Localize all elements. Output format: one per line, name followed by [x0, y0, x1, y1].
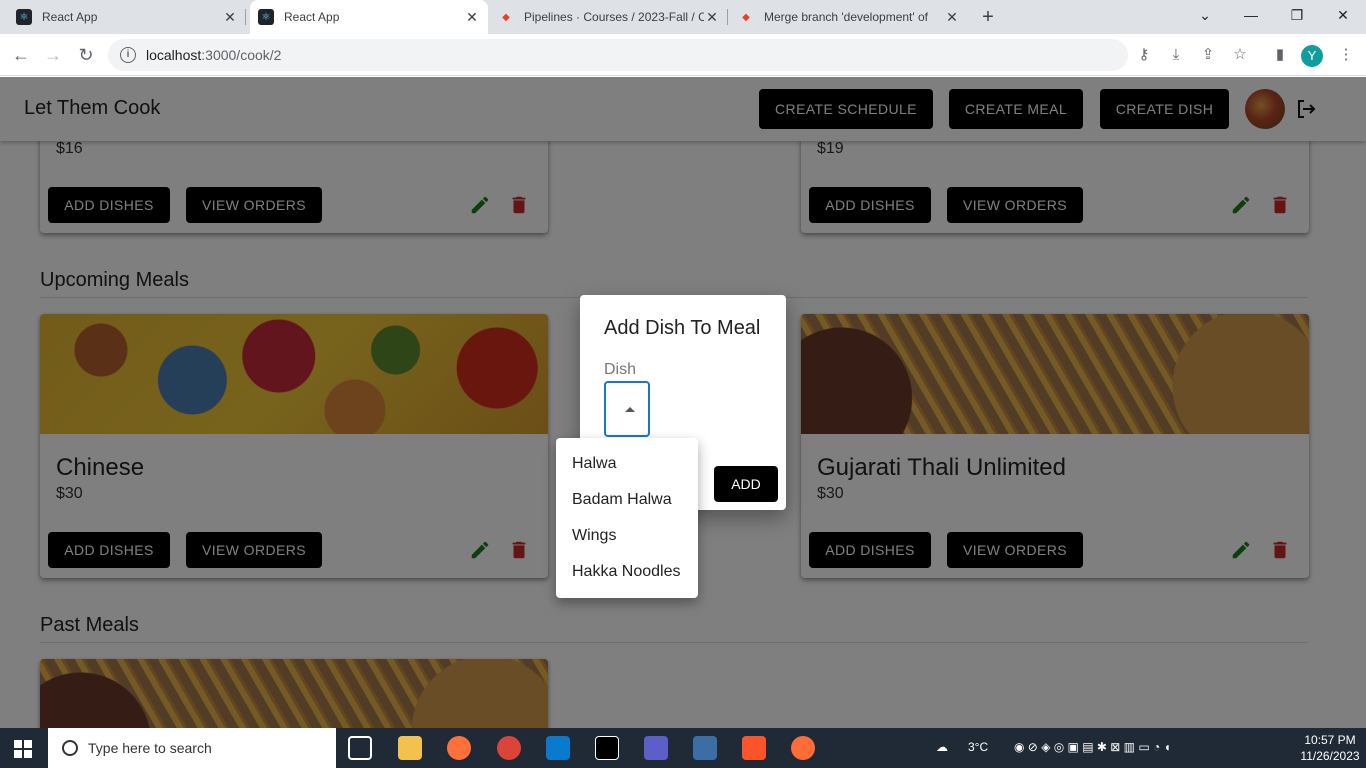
clock[interactable]: 10:57 PM 11/26/2023: [1298, 732, 1362, 764]
dish-options-menu: Halwa Badam Halwa Wings Hakka Noodles: [556, 438, 698, 598]
taskbar-search-input[interactable]: Type here to search: [48, 728, 336, 768]
postman-icon[interactable]: [791, 736, 815, 760]
chrome-icon[interactable]: [497, 736, 521, 760]
react-icon: ⚛: [258, 9, 274, 25]
browser-tab[interactable]: ⚛ React App ✕: [8, 0, 246, 34]
react-icon: ⚛: [16, 9, 32, 25]
browser-tab[interactable]: ◆ Merge branch 'development' of ✕: [730, 0, 968, 34]
site-info-icon[interactable]: i: [120, 47, 136, 63]
browser-tab-strip: ⚛ React App ✕ ⚛ React App ✕ ◆ Pipelines …: [0, 0, 1366, 34]
address-bar: ← → ↻ i localhost:3000/cook/2 ⚷ ⤓ ⇪ ☆ ▮ …: [0, 34, 1366, 76]
bookmark-star-icon[interactable]: ☆: [1230, 45, 1250, 65]
vscode-icon[interactable]: [546, 736, 570, 760]
url-input[interactable]: i localhost:3000/cook/2: [108, 39, 1128, 71]
taskbar: Type here to search ☁ 3°C ◉ ⊘ ◈ ◎ ▣ ▤ ✱ …: [0, 728, 1366, 768]
search-placeholder: Type here to search: [88, 740, 212, 756]
caret-up-icon: [625, 407, 635, 412]
url-host: localhost: [146, 47, 202, 63]
task-view-icon[interactable]: [348, 736, 372, 760]
share-icon[interactable]: ⇪: [1198, 45, 1218, 65]
clock-date: 11/26/2023: [1300, 749, 1360, 763]
weather-temp: 3°C: [968, 740, 989, 754]
side-panel-icon[interactable]: ▮: [1270, 45, 1290, 65]
workbench-icon[interactable]: [693, 736, 717, 760]
add-button[interactable]: ADD: [714, 466, 778, 502]
tab-title: Merge branch 'development' of: [764, 10, 929, 24]
dish-option[interactable]: Badam Halwa: [556, 482, 698, 518]
file-explorer-icon[interactable]: [398, 736, 422, 760]
firefox-icon[interactable]: [447, 736, 471, 760]
new-tab-icon[interactable]: +: [976, 5, 1000, 29]
window-close-icon[interactable]: ✕: [1320, 0, 1366, 34]
url-path: :3000/cook/2: [201, 47, 282, 63]
gitlab-icon: ◆: [502, 11, 510, 23]
close-icon[interactable]: ✕: [222, 9, 238, 26]
windows-start-icon[interactable]: [14, 740, 32, 758]
intellij-icon[interactable]: [595, 736, 619, 760]
dish-field-label: Dish: [604, 361, 637, 378]
gitlab-icon: ◆: [742, 11, 750, 23]
tab-title: React App: [284, 10, 340, 24]
tab-search-icon[interactable]: ⌄: [1182, 0, 1228, 34]
back-icon[interactable]: ←: [8, 42, 34, 68]
close-icon[interactable]: ✕: [704, 9, 720, 26]
key-icon[interactable]: ⚷: [1134, 45, 1154, 65]
dialog-title: Add Dish To Meal: [604, 317, 761, 339]
weather-icon[interactable]: ☁: [936, 740, 948, 756]
dish-option[interactable]: Wings: [556, 518, 698, 554]
close-icon[interactable]: ✕: [944, 9, 960, 26]
install-icon[interactable]: ⤓: [1166, 45, 1186, 65]
brave-icon[interactable]: [742, 736, 766, 760]
minimize-icon[interactable]: —: [1228, 0, 1274, 34]
browser-tab[interactable]: ◆ Pipelines · Courses / 2023-Fall / C ✕: [490, 0, 728, 34]
more-menu-icon[interactable]: ⋮: [1336, 45, 1356, 65]
tab-title: React App: [42, 10, 98, 24]
restore-icon[interactable]: ❐: [1274, 0, 1320, 34]
dish-option[interactable]: Halwa: [556, 446, 698, 482]
browser-tab-active[interactable]: ⚛ React App ✕: [250, 0, 488, 34]
clock-time: 10:57 PM: [1304, 733, 1356, 747]
dish-option[interactable]: Hakka Noodles: [556, 554, 698, 590]
search-icon: [62, 740, 78, 756]
profile-avatar[interactable]: Y: [1301, 45, 1323, 67]
teams-icon[interactable]: [644, 736, 668, 760]
close-icon[interactable]: ✕: [464, 9, 480, 26]
page-content: Let Them Cook CREATE SCHEDULE CREATE MEA…: [0, 77, 1366, 728]
reload-icon[interactable]: ↻: [73, 42, 99, 68]
forward-icon[interactable]: →: [40, 42, 66, 68]
dish-select[interactable]: [604, 381, 650, 437]
tab-title: Pipelines · Courses / 2023-Fall / C: [524, 10, 704, 24]
system-tray-icons[interactable]: ◉ ⊘ ◈ ◎ ▣ ▤ ✱ ⊠ ▥ ▭ ◔ ◖: [1014, 740, 1171, 756]
